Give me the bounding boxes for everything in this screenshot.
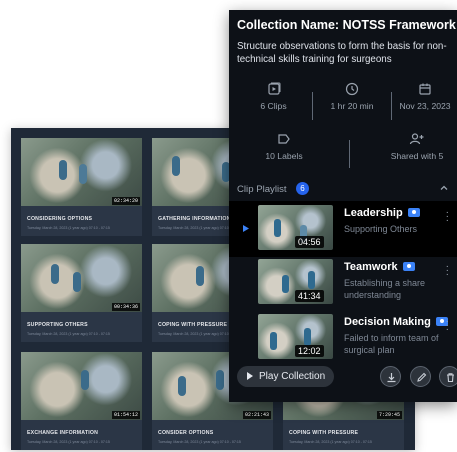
playlist-item[interactable]: 04:56 Leadership Supporting Others · · · xyxy=(229,201,457,257)
clips-icon xyxy=(267,82,280,95)
created-date: Nov 23, 2023 xyxy=(399,101,451,111)
calendar-icon xyxy=(419,83,431,95)
collection-detail-panel: Collection Name: NOTSS Framework Structu… xyxy=(229,10,457,402)
clip-date: Tuesday, March 28, 2023 (1 year ago) 07:… xyxy=(27,332,110,336)
clip-thumbnail xyxy=(21,244,142,312)
more-icon[interactable]: · · · xyxy=(446,317,449,335)
clip-thumbnail xyxy=(21,352,142,420)
clip-date: Tuesday, March 28, 2023 (1 year ago) 07:… xyxy=(27,226,110,230)
clip-date: Tuesday, March 28, 2023 (1 year ago) 07:… xyxy=(27,440,110,444)
more-icon[interactable]: · · · xyxy=(446,262,449,280)
clip-title: GATHERING INFORMATION xyxy=(158,216,231,222)
playlist-title: Decision Making xyxy=(344,316,448,328)
playlist-item[interactable]: 12:02 Decision Making Failed to inform t… xyxy=(229,310,457,366)
playlist-item[interactable]: 41:34 Teamwork Establishing a share unde… xyxy=(229,255,457,311)
playlist-title: Teamwork xyxy=(344,261,415,273)
date-stat: Nov 23, 2023 xyxy=(394,82,456,111)
play-icon xyxy=(243,225,249,232)
play-collection-button[interactable]: Play Collection xyxy=(237,366,334,387)
collection-description: Structure observations to form the basis… xyxy=(237,41,447,65)
playlist-subtitle: Establishing a share understanding xyxy=(344,278,426,300)
playlist-duration: 12:02 xyxy=(295,345,324,357)
clip-duration: 02:34:20 xyxy=(111,197,140,205)
clip-date: Tuesday, March 28, 2023 (1 year ago) 07:… xyxy=(158,440,241,444)
total-duration: 1 hr 20 min xyxy=(330,101,374,111)
clock-icon xyxy=(345,82,359,96)
add-user-icon xyxy=(409,133,424,145)
download-button[interactable] xyxy=(380,366,401,387)
stat-divider xyxy=(312,92,313,120)
clip-thumbnail xyxy=(21,138,142,206)
playlist-duration: 04:56 xyxy=(295,236,324,248)
chevron-up-icon[interactable] xyxy=(439,183,449,193)
delete-icon xyxy=(447,373,454,383)
clip-title: SUPPORTING OTHERS xyxy=(27,322,88,328)
playlist-subtitle: Failed to inform team of surgical plan xyxy=(344,333,439,355)
shared-stat[interactable]: Shared with 5 xyxy=(379,132,455,161)
delete-button[interactable] xyxy=(439,366,457,387)
playlist-label: Clip Playlist xyxy=(237,184,287,195)
clip-title: CONSIDERING OPTIONS xyxy=(27,216,93,222)
clip-title: COPING WITH PRESSURE xyxy=(158,322,228,328)
playlist-title: Leadership xyxy=(344,207,420,219)
shared-count: Shared with 5 xyxy=(390,151,444,161)
clip-card[interactable]: 01:54:12 EXCHANGE INFORMATION Tuesday, M… xyxy=(21,352,142,450)
labels-count: 10 Labels xyxy=(265,151,303,161)
clip-card[interactable]: 02:34:20 CONSIDERING OPTIONS Tuesday, Ma… xyxy=(21,138,142,236)
clip-date: Tuesday, March 28, 2023 (1 year ago) 07:… xyxy=(289,440,372,444)
clips-count: 6 Clips xyxy=(260,101,287,111)
clip-title: CONSIDER OPTIONS xyxy=(158,430,214,436)
playlist-duration: 41:34 xyxy=(295,290,324,302)
labels-stat: 10 Labels xyxy=(249,132,319,161)
edit-icon xyxy=(417,372,427,382)
playlist-subtitle: Supporting Others xyxy=(344,224,418,234)
stat-divider xyxy=(349,140,350,168)
playlist-header[interactable]: Clip Playlist 6 xyxy=(229,180,457,200)
stat-divider xyxy=(391,92,392,120)
clip-card[interactable]: 00:34:36 SUPPORTING OTHERS Tuesday, Marc… xyxy=(21,244,142,342)
label-icon xyxy=(278,134,290,144)
clip-title: COPING WITH PRESSURE xyxy=(289,430,359,436)
playlist-count-badge: 6 xyxy=(296,182,309,195)
clip-duration: 00:34:36 xyxy=(111,303,140,311)
person-badge-icon xyxy=(402,262,415,271)
person-badge-icon xyxy=(407,208,420,217)
duration-stat: 1 hr 20 min xyxy=(317,82,387,111)
clip-duration: 7:29:45 xyxy=(376,411,402,419)
clips-stat: 6 Clips xyxy=(241,82,306,111)
more-icon[interactable]: · · · xyxy=(446,208,449,226)
edit-button[interactable] xyxy=(410,366,431,387)
play-icon xyxy=(247,372,253,380)
clip-duration: 02:21:43 xyxy=(242,411,271,419)
clip-duration: 01:54:12 xyxy=(111,411,140,419)
collection-title: Collection Name: NOTSS Framework xyxy=(237,18,456,32)
clip-title: EXCHANGE INFORMATION xyxy=(27,430,99,436)
download-icon xyxy=(387,373,396,383)
